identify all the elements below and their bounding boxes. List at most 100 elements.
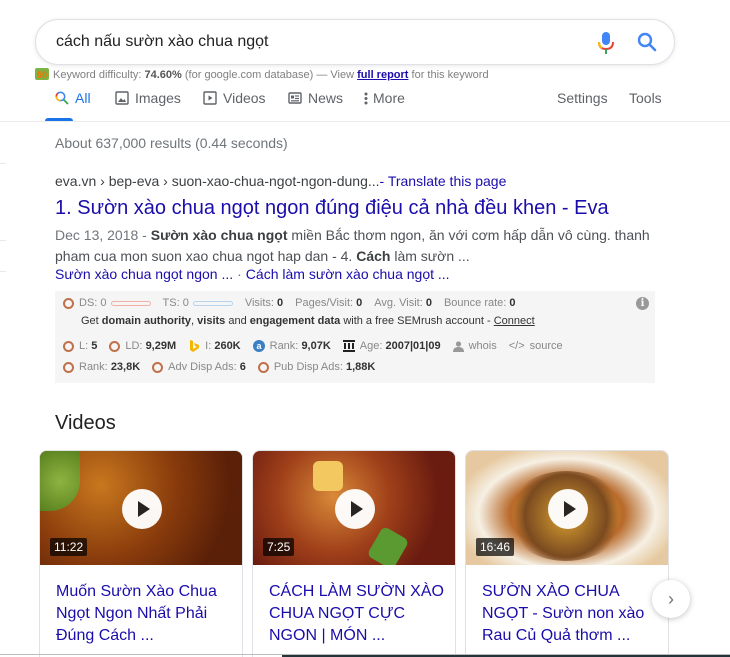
pub-disp-ads-value[interactable]: 1,88K [346,361,375,373]
tools-label: Tools [629,90,662,106]
play-icon[interactable] [335,489,375,529]
semrush-ring-icon [257,361,269,373]
video-title[interactable]: CÁCH LÀM SƯỜN XÀO CHUA NGỌT CỰC NGON | M… [269,581,445,647]
gutter-line [0,163,6,164]
more-vert-icon [364,92,368,105]
kd-label: Keyword difficulty: [53,69,142,81]
search-input[interactable]: cách nấu sườn xào chua ngọt [56,33,268,51]
sitelinks: Sườn xào chua ngọt ngon ... · Cách làm sườ… [55,266,450,282]
archive-icon [342,340,355,352]
tab-images[interactable]: Images [115,90,181,120]
tools-link[interactable]: Tools [629,90,662,120]
settings-link[interactable]: Settings [557,90,608,120]
semrush-panel: DS: 0 TS: 0 Visits: 0 Pages/Visit: 0 Avg… [55,291,655,383]
header-divider [0,121,730,122]
video-title[interactable]: Muốn Sườn Xào Chua Ngọt Ngon Nhất Phải Đ… [56,581,232,647]
video-thumbnail[interactable]: 16:46 [466,451,668,565]
tab-more-label: More [373,90,405,106]
pages-label: Pages/Visit: [295,297,354,309]
l-label: L: [79,340,89,352]
snippet-bold: Sườn xào chua ngọt [150,227,288,243]
user-icon [452,340,464,352]
cta-bold: engagement data [249,315,341,327]
alexa-rank-value[interactable]: 9,07K [301,340,330,352]
video-card[interactable]: 16:46 SƯỜN XÀO CHUA NGỌT - Sườn non xào … [465,450,669,657]
adv-disp-ads-value[interactable]: 6 [240,361,246,373]
ts-value: 0 [182,297,189,309]
bing-icon [190,340,200,352]
connect-link[interactable]: Connect [494,315,535,327]
search-icon [55,91,69,105]
translate-link[interactable]: - Translate this page [380,173,507,189]
kd-db-note: (for google.com database) — View [184,69,355,81]
semrush-cta: Get domain authority, visits and engagem… [81,315,535,327]
microphone-icon[interactable] [598,32,614,54]
cta-bold: domain authority [101,315,192,327]
videos-heading: Videos [55,412,116,434]
video-duration: 7:25 [263,538,295,556]
visits-value: 0 [277,297,284,309]
gutter-line [0,240,6,241]
result-date: Dec 13, 2018 - [55,227,147,243]
semrush-ring-icon [109,340,121,352]
video-duration: 11:22 [50,538,88,556]
ds-value: 0 [100,297,107,309]
i-value[interactable]: 260K [214,340,240,352]
snippet-bold: Cách [356,248,391,264]
rank-value[interactable]: 23,8K [111,361,140,373]
age-value[interactable]: 2007|01|09 [386,340,441,352]
ts-label: TS: [162,297,180,309]
search-tabs: All Images Videos News More Settings Too… [55,90,675,120]
video-title[interactable]: SƯỜN XÀO CHUA NGỌT - Sườn non xào Rau Củ… [482,581,658,647]
tab-all[interactable]: All [55,90,91,120]
result-snippet: Dec 13, 2018 - Sườn xào chua ngọt miền B… [55,225,665,267]
sitelink-separator: · [237,266,242,282]
tab-news[interactable]: News [288,90,343,120]
i-label: I: [205,340,212,352]
result-title-link[interactable]: 1. Sườn xào chua ngọt ngon đúng điệu cả … [55,197,609,220]
whois-link[interactable]: whois [469,340,497,352]
age-label: Age: [359,340,383,352]
video-icon [203,91,217,105]
semrush-ring-icon [63,297,74,309]
svg-text:50: 50 [37,70,47,80]
alexa-rank-label: Rank: [269,340,299,352]
sitelink[interactable]: Cách làm sườn xào chua ngọt ... [246,266,450,282]
ld-value[interactable]: 9,29M [146,340,177,352]
avg-label: Avg. Visit: [374,297,423,309]
l-value[interactable]: 5 [91,340,97,352]
tab-more[interactable]: More [363,90,405,120]
result-number: 1. [55,197,72,219]
ds-bar [110,300,151,306]
source-link[interactable]: source [530,340,563,352]
rank-label: Rank: [79,361,108,373]
gutter-line [0,271,6,272]
play-icon[interactable] [548,489,588,529]
sitelink[interactable]: Sườn xào chua ngọt ngon ... [55,266,233,282]
news-icon [288,92,302,104]
full-report-link[interactable]: full report [357,69,408,81]
snippet-text: làm sườn ... [394,248,470,264]
cta-text: Get [81,315,99,327]
video-card[interactable]: 11:22 Muốn Sườn Xào Chua Ngọt Ngon Nhất … [39,450,243,657]
kd-suffix: for this keyword [411,69,489,81]
tab-videos[interactable]: Videos [203,90,266,120]
visits-label: Visits: [244,297,274,309]
carousel-next-button[interactable]: › [652,580,690,618]
video-thumbnail[interactable]: 11:22 [40,451,242,565]
semrush-ring-icon [63,340,74,352]
pages-value: 0 [356,297,363,309]
search-box[interactable]: cách nấu sườn xào chua ngọt [35,19,675,65]
bounce-label: Bounce rate: [443,297,507,309]
image-icon [115,91,129,105]
play-icon[interactable] [122,489,162,529]
bounce-value: 0 [509,297,516,309]
video-thumbnail[interactable]: 7:25 [253,451,455,565]
magnifier-icon[interactable] [637,32,657,52]
cta-bold: visits [197,315,226,327]
tab-news-label: News [308,90,344,106]
info-icon[interactable]: i [636,297,649,310]
video-card[interactable]: 7:25 CÁCH LÀM SƯỜN XÀO CHUA NGỌT CỰC NGO… [252,450,456,657]
pub-disp-ads-label: Pub Disp Ads: [273,361,343,373]
ts-bar [192,300,233,306]
